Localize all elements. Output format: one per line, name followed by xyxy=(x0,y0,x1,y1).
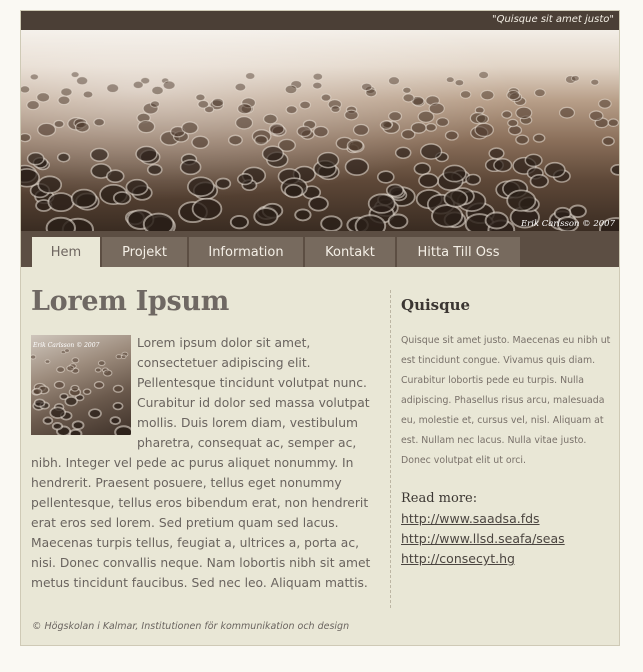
nav-tab-projekt[interactable]: Projekt xyxy=(102,237,187,267)
sidebar-link-saadsa[interactable]: http://www.saadsa.fds xyxy=(401,509,613,529)
sidebar: Quisque Quisque sit amet justo. Maecenas… xyxy=(401,295,613,569)
header-quote: "Quisque sit amet justo" xyxy=(492,14,614,25)
nav-tab-information[interactable]: Information xyxy=(189,237,303,267)
nav-tab-hem[interactable]: Hem xyxy=(32,237,100,267)
sidebar-heading: Quisque xyxy=(401,296,471,314)
main-content: Lorem Ipsum Erik Carlsson © 2007 Lorem i… xyxy=(31,285,379,593)
nav-tab-hitta-till-oss[interactable]: Hitta Till Oss xyxy=(397,237,520,267)
nav-tab-kontakt[interactable]: Kontakt xyxy=(305,237,395,267)
sidebar-text: Quisque sit amet justo. Maecenas eu nibh… xyxy=(401,335,611,466)
header-bar: "Quisque sit amet justo" xyxy=(21,11,619,30)
thumbnail-credit: Erik Carlsson © 2007 xyxy=(33,342,100,349)
header-banner-image: Erik Carlsson © 2007 xyxy=(21,30,619,231)
page-frame: "Quisque sit amet justo" Erik Carlsson ©… xyxy=(20,10,620,646)
nav-tab-label: Hitta Till Oss xyxy=(417,244,500,260)
photo-credit: Erik Carlsson © 2007 xyxy=(520,219,615,229)
article-thumbnail: Erik Carlsson © 2007 xyxy=(31,335,131,435)
column-divider xyxy=(390,290,391,608)
page-title: Lorem Ipsum xyxy=(31,286,229,317)
sidebar-link-llsd[interactable]: http://www.llsd.seafa/seas xyxy=(401,529,613,549)
nav-tab-label: Projekt xyxy=(122,244,167,260)
read-more-label: Read more: xyxy=(401,491,478,506)
nav-tab-label: Kontakt xyxy=(325,244,375,260)
nav-tab-label: Information xyxy=(208,244,284,260)
main-navigation: Hem Projekt Information Kontakt Hitta Ti… xyxy=(21,231,619,267)
nav-tab-label: Hem xyxy=(50,244,82,260)
banner-bubbles xyxy=(21,70,619,231)
article-body: Erik Carlsson © 2007 Lorem ipsum dolor s… xyxy=(31,333,379,593)
sidebar-link-consecyt[interactable]: http://consecyt.hg xyxy=(401,549,613,569)
footer-copyright: © Högskolan i Kalmar, Institutionen för … xyxy=(32,621,350,632)
